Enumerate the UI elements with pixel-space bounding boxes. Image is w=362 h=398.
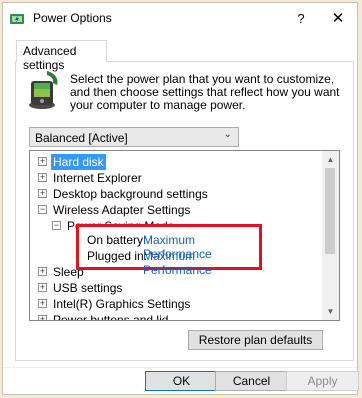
tree-item-label: Internet Explorer — [53, 171, 142, 185]
scroll-up-icon[interactable]: ▲ — [322, 151, 339, 168]
collapse-icon[interactable]: − — [38, 205, 47, 214]
plugged-in-label: Plugged in: — [87, 249, 148, 263]
window-title: Power Options — [33, 11, 112, 25]
scroll-down-icon[interactable]: ▼ — [322, 303, 339, 320]
on-battery-label: On battery: — [87, 233, 147, 247]
expand-icon[interactable]: + — [38, 283, 47, 292]
tree-item-label: Wireless Adapter Settings — [53, 203, 191, 217]
apply-button[interactable]: Apply — [286, 371, 359, 391]
tab-advanced-settings[interactable]: Advanced settings — [16, 40, 107, 72]
power-options-icon — [10, 14, 24, 24]
tree-item-label: Hard disk — [51, 154, 106, 170]
tree-item-label: Intel(R) Graphics Settings — [53, 297, 191, 311]
intro-text: Select the power plan that you want to c… — [70, 72, 340, 112]
restore-plan-defaults-button[interactable]: Restore plan defaults — [188, 330, 323, 350]
chevron-down-icon: ⌄ — [223, 129, 232, 140]
expand-icon[interactable]: + — [38, 189, 47, 198]
cancel-button[interactable]: Cancel — [215, 371, 288, 391]
expand-icon[interactable]: + — [38, 157, 47, 166]
footer-divider — [3, 367, 357, 368]
plugged-in-value[interactable]: Maximum Performance — [143, 249, 259, 277]
expand-icon[interactable]: + — [38, 315, 47, 320]
power-plan-icon — [29, 71, 58, 109]
close-icon[interactable]: ✕ — [326, 8, 350, 30]
tree-item-label: Power buttons and lid — [53, 313, 169, 321]
power-saving-mode-callout: On battery: Maximum Performance Plugged … — [76, 224, 262, 277]
title-bar[interactable]: Power Options ? ✕ — [3, 3, 357, 33]
expand-icon[interactable]: + — [38, 299, 47, 308]
tree-item-label: USB settings — [53, 281, 123, 295]
power-options-window: Power Options ? ✕ Advanced settings Sele… — [2, 2, 359, 395]
expand-icon[interactable]: + — [38, 267, 47, 276]
expand-icon[interactable]: + — [38, 173, 47, 182]
help-icon[interactable]: ? — [290, 8, 312, 30]
collapse-icon[interactable]: − — [52, 221, 61, 230]
scrollbar-thumb[interactable] — [325, 168, 335, 254]
ok-button[interactable]: OK — [145, 371, 218, 391]
plan-dropdown[interactable]: Balanced [Active] ⌄ — [29, 127, 239, 147]
tree-item-label: Desktop background settings — [53, 187, 208, 201]
tree-scrollbar[interactable]: ▲ ▼ — [322, 151, 339, 320]
plan-dropdown-value: Balanced [Active] — [35, 131, 128, 145]
